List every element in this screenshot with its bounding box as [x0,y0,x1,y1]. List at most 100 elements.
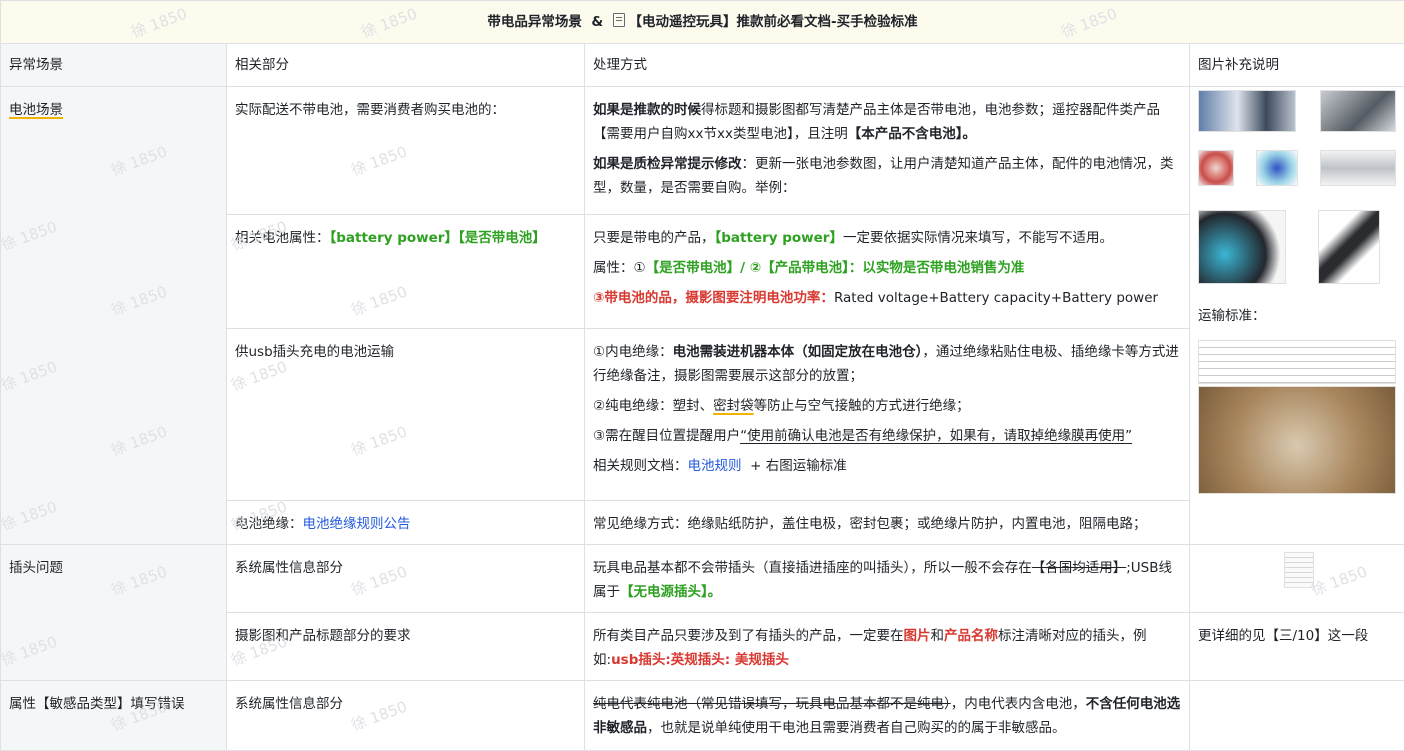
red-text: 图片 [904,628,931,644]
method-paragraph: 属性：①【是否带电池】/ ②【产品带电池】：以实物是否带电池销售为准 [593,256,1181,280]
red-text: 产品名称 [944,628,998,644]
table-row: 属性【敏感品类型】填写错误 系统属性信息部分 纯电代表纯电池（常见错误填写，玩具… [1,681,1404,751]
document-icon [613,13,625,27]
bold-text: 【本产品不含电池】。 [848,126,976,142]
shipping-box-image[interactable] [1198,386,1396,494]
bold-text: 如果是推款的时候 [593,102,701,118]
table-header-row: 带电品异常场景 & 【电动遥控玩具】推款前必看文档-买手检验标准 [1,1,1404,44]
scene-cell: 属性【敏感品类型】填写错误 [1,681,227,751]
text: 一定要依据实际情况来填写，不能写不适用。 [843,230,1113,246]
underlined-text: 密封袋 [713,398,754,414]
column-header: 图片补充说明 [1190,44,1404,87]
part-cell: 供usb插头充电的电池运输 [227,329,585,501]
part-text: 实际配送不带电池，需要消费者购买电池的： [235,102,505,118]
scene-label: 电池场景 [9,102,63,118]
image-cell [1190,681,1404,751]
image-note: 更详细的见【三/10】这一段 [1198,628,1368,644]
text: 等防止与空气接触的方式进行绝缘； [754,398,970,414]
method-cell: ①内电绝缘：电池需装进机器本体（如固定放在电池仓），通过绝缘粘贴住电极、插绝缘卡… [585,329,1190,501]
product-image[interactable] [1318,210,1380,284]
table-row: 插头问题 系统属性信息部分 玩具电品基本都不会带插头（直接插进插座的叫插头），所… [1,545,1404,613]
text: Rated voltage+Battery capacity+Battery p… [834,290,1158,306]
underlined-text: “使用前确认电池是否有绝缘保护，如果有，请取掉绝缘膜再使用” [740,428,1132,444]
method-cell: 只要是带电的产品，【battery power】一定要依据实际情况来填写，不能写… [585,215,1190,329]
part-cell: 系统属性信息部分 [227,681,585,751]
part-cell: 实际配送不带电池，需要消费者购买电池的： [227,87,585,215]
anomaly-table: 带电品异常场景 & 【电动遥控玩具】推款前必看文档-买手检验标准 异常场景 相关… [0,0,1404,751]
green-text: 【无电源插头】。 [620,584,721,600]
green-text: 【产品带电池】：以实物是否带电池销售为准 [761,260,1024,276]
green-text: 【battery power】【是否带电池】 [330,230,546,246]
part-cell: 摄影图和产品标题部分的要求 [227,613,585,681]
text: 相关规则文档： [593,458,688,474]
title-ampersand: & [591,14,603,30]
part-text: 系统属性信息部分 [235,560,343,576]
text: ①内电绝缘： [593,344,673,360]
product-image[interactable] [1198,150,1234,186]
part-cell: 相关电池属性：【battery power】【是否带电池】 [227,215,585,329]
doc-link[interactable]: 【电动遥控玩具】推款前必看文档-买手检验标准 [629,14,918,30]
part-text: 系统属性信息部分 [235,696,343,712]
text: 所有类目产品只要涉及到了有插头的产品，一定要在 [593,628,904,644]
bold-text: 电池需装进机器本体（如固定放在电池仓） [673,344,923,360]
product-image[interactable] [1198,210,1286,284]
table-row: 电池场景 实际配送不带电池，需要消费者购买电池的： 如果是推款的时候得标题和摄影… [1,87,1404,215]
text: 电池绝缘： [235,516,303,532]
bold-text: 如果是质检异常提示修改 [593,156,742,172]
column-header: 异常场景 [1,44,227,87]
text: ，内电代表内含电池， [951,696,1086,712]
green-text: 【是否带电池】/ ② [646,260,762,276]
part-text: 摄影图和产品标题部分的要求 [235,628,411,644]
method-cell: 如果是推款的时候得标题和摄影图都写清楚产品主体是否带电池，电池参数；遥控器配件类… [585,87,1190,215]
method-cell: 常见绝缘方式：绝缘贴纸防护，盖住电极，密封包裹；或绝缘片防护，内置电池，阻隔电路… [585,501,1190,545]
scene-cell: 插头问题 [1,545,227,681]
method-paragraph: 如果是推款的时候得标题和摄影图都写清楚产品主体是否带电池，电池参数；遥控器配件类… [593,98,1181,146]
part-cell: 电池绝缘：电池绝缘规则公告 [227,501,585,545]
method-paragraph: 只要是带电的产品，【battery power】一定要依据实际情况来填写，不能写… [593,226,1181,250]
plug-image[interactable] [1284,552,1314,588]
red-text: ③带电池的品，摄影图要注明电池功率： [593,290,834,306]
green-text: 【battery power】 [715,230,843,246]
insulation-rules-link[interactable]: 电池绝缘规则公告 [303,516,411,532]
method-paragraph: ③需在醒目位置提醒用户“使用前确认电池是否有绝缘保护，如果有，请取掉绝缘膜再使用… [593,424,1181,448]
method-paragraph: ①内电绝缘：电池需装进机器本体（如固定放在电池仓），通过绝缘粘贴住电极、插绝缘卡… [593,340,1181,388]
method-cell: 玩具电品基本都不会带插头（直接插进插座的叫插头），所以一般不会存在【各国均适用】… [585,545,1190,613]
column-header: 处理方式 [585,44,1190,87]
shipping-standard-doc-image[interactable] [1198,340,1396,384]
red-text: usb插头:英规插头: 美规插头 [611,652,789,668]
scene-label: 属性【敏感品类型】填写错误 [9,696,185,712]
column-header-row: 异常场景 相关部分 处理方式 图片补充说明 [1,44,1404,87]
text: 玩具电品基本都不会带插头（直接插进插座的叫插头），所以一般不会存在 [593,560,1032,576]
text: ，也就是说单纯使用干电池且需要消费者自己购买的的属于非敏感品。 [647,720,1066,736]
text: 和 [931,628,945,644]
part-cell: 系统属性信息部分 [227,545,585,613]
product-image[interactable] [1320,150,1396,186]
text: 相关电池属性： [235,230,330,246]
text: 属性：① [593,260,646,276]
part-text: 供usb插头充电的电池运输 [235,344,394,360]
strike-text: 纯电代表纯电池（常见错误填写，玩具电品基本都不是纯电） [593,696,951,712]
column-header: 相关部分 [227,44,585,87]
text: ②纯电绝缘：塑封、 [593,398,713,414]
text: + 右图运输标准 [750,458,847,474]
product-image[interactable] [1320,90,1396,132]
method-paragraph: ③带电池的品，摄影图要注明电池功率：Rated voltage+Battery … [593,286,1181,310]
table-title: 带电品异常场景 & 【电动遥控玩具】推款前必看文档-买手检验标准 [1,1,1404,44]
product-image[interactable] [1256,150,1298,186]
method-paragraph: 相关规则文档：电池规则 + 右图运输标准 [593,454,1181,478]
image-note-cell: 更详细的见【三/10】这一段 [1190,613,1404,681]
product-image[interactable] [1198,90,1296,132]
method-cell: 所有类目产品只要涉及到了有插头的产品，一定要在图片和产品名称标注清晰对应的插头，… [585,613,1190,681]
strike-text: 【各国均适用】 [1032,560,1127,576]
method-cell: 纯电代表纯电池（常见错误填写，玩具电品基本都不是纯电），内电代表内含电池，不含任… [585,681,1190,751]
title-part1: 带电品异常场景 [487,14,582,30]
text: 只要是带电的产品， [593,230,715,246]
text: ③需在醒目位置提醒用户 [593,428,740,444]
scene-cell: 电池场景 [1,87,227,545]
battery-rules-link[interactable]: 电池规则 [688,458,742,474]
method-paragraph: 如果是质检异常提示修改：更新一张电池参数图，让用户清楚知道产品主体，配件的电池情… [593,152,1181,200]
text: 常见绝缘方式：绝缘贴纸防护，盖住电极，密封包裹；或绝缘片防护，内置电池，阻隔电路… [593,516,1147,532]
method-paragraph: ②纯电绝缘：塑封、密封袋等防止与空气接触的方式进行绝缘； [593,394,1181,418]
scene-label: 插头问题 [9,560,63,576]
image-caption: 运输标准： [1198,304,1396,328]
